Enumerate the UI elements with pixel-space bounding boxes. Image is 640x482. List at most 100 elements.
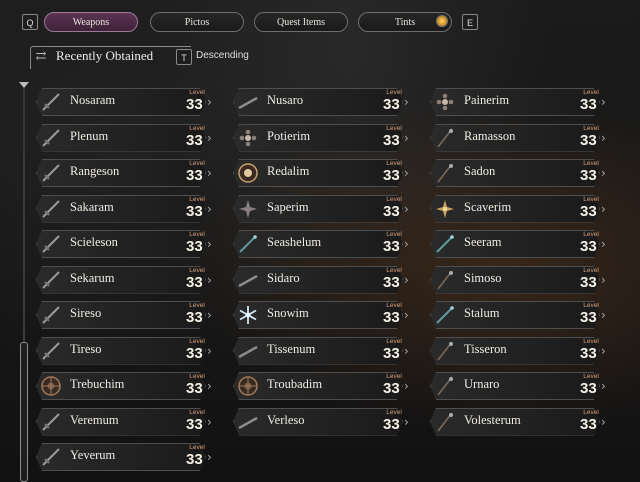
chevron-right-icon: ›	[404, 201, 409, 216]
weapon-card[interactable]: Scieleson Level 33 ›	[36, 230, 212, 258]
weapon-name: Snowim	[267, 306, 309, 320]
sort-control[interactable]: ⇄ Recently Obtained T Descending	[26, 44, 252, 70]
weapon-card[interactable]: Snowim Level 33 ›	[233, 301, 409, 329]
staff-icon	[434, 411, 456, 433]
level-label: Level	[583, 195, 599, 203]
staff-icon	[434, 340, 456, 362]
weapon-name: Yeverum	[70, 448, 116, 462]
weapon-name: Potierim	[267, 128, 311, 143]
weapon-level: 33	[580, 380, 597, 397]
weapon-card[interactable]: Sireso Level 33 ›	[36, 301, 212, 329]
teal-staff-icon	[434, 304, 456, 326]
chevron-right-icon: ›	[404, 95, 409, 109]
weapon-card[interactable]: Simoso Level 33 ›	[430, 265, 606, 294]
weapon-name: Tireso	[70, 341, 102, 356]
level-label: Level	[189, 337, 205, 345]
chevron-right-icon: ›	[207, 272, 212, 287]
weapon-level: 33	[186, 96, 203, 113]
weapon-card[interactable]: Tisseron Level 33 ›	[430, 336, 606, 365]
weapon-name: Sireso	[70, 306, 102, 320]
tab-pictos[interactable]: Pictos	[150, 12, 244, 32]
weapon-card[interactable]: Nusaro Level 33 ›	[233, 88, 409, 116]
staff-icon	[434, 375, 456, 397]
ornate-flower-icon	[434, 91, 456, 113]
chevron-right-icon: ›	[404, 379, 409, 393]
sword-icon	[40, 411, 62, 433]
weapon-level: 33	[580, 273, 597, 291]
sun-emblem-icon	[237, 162, 259, 184]
chevron-right-icon: ›	[404, 414, 409, 429]
chevron-right-icon: ›	[601, 166, 606, 180]
scrollbar-thumb[interactable]	[20, 342, 28, 482]
weapon-name: Urnaro	[464, 377, 500, 391]
sword-icon	[40, 91, 62, 113]
sort-toggle-key[interactable]: T	[176, 49, 192, 65]
weapon-card[interactable]: Scaverim Level 33 ›	[430, 194, 606, 223]
weapon-card[interactable]: Volesterum Level 33 ›	[430, 407, 606, 436]
weapon-name: Rangeson	[70, 164, 120, 178]
weapon-card[interactable]: Stalum Level 33 ›	[430, 301, 606, 329]
next-tab-key[interactable]: E	[462, 14, 478, 30]
category-tab-bar: Q Weapons Pictos Quest Items Tints E	[0, 0, 640, 44]
weapon-level: 33	[383, 273, 400, 291]
level-label: Level	[583, 337, 599, 345]
weapon-level: 33	[186, 415, 203, 433]
sort-order: Descending	[196, 50, 249, 61]
level-label: Level	[189, 408, 205, 416]
weapon-name: Seeram	[464, 235, 502, 249]
chevron-right-icon: ›	[207, 379, 212, 393]
weapon-card[interactable]: Rangeson Level 33 ›	[36, 159, 212, 187]
chevron-right-icon: ›	[207, 95, 212, 109]
chevron-right-icon: ›	[207, 166, 212, 180]
weapon-card[interactable]: Sekarum Level 33 ›	[36, 265, 212, 294]
weapon-name: Tissenum	[267, 341, 316, 356]
gold-star-icon	[434, 198, 456, 220]
weapon-level: 33	[580, 202, 597, 220]
weapon-card[interactable]: Plenum Level 33 ›	[36, 123, 212, 152]
weapon-card[interactable]: Seeram Level 33 ›	[430, 230, 606, 258]
tab-quest-items[interactable]: Quest Items	[254, 12, 348, 32]
chevron-right-icon: ›	[207, 308, 212, 322]
weapon-card[interactable]: Sakaram Level 33 ›	[36, 194, 212, 223]
weapon-card[interactable]: Saperim Level 33 ›	[233, 194, 409, 223]
weapon-card[interactable]: Seashelum Level 33 ›	[233, 230, 409, 258]
weapon-level: 33	[580, 96, 597, 113]
weapon-level: 33	[383, 309, 400, 326]
ornate-flower-icon	[237, 127, 259, 149]
weapon-card[interactable]: Veremum Level 33 ›	[36, 407, 212, 436]
weapon-card[interactable]: Nosaram Level 33 ›	[36, 88, 212, 116]
weapon-card[interactable]: Sadon Level 33 ›	[430, 159, 606, 187]
chevron-right-icon: ›	[601, 272, 606, 287]
weapon-name: Sekarum	[70, 270, 115, 285]
weapon-card[interactable]: Sidaro Level 33 ›	[233, 265, 409, 294]
sword-icon	[40, 198, 62, 220]
weapon-level: 33	[186, 167, 203, 184]
teal-staff-icon	[237, 233, 259, 255]
weapon-name: Saperim	[267, 199, 309, 214]
chevron-right-icon: ›	[404, 343, 409, 358]
weapon-card[interactable]: Tissenum Level 33 ›	[233, 336, 409, 365]
weapon-card[interactable]: Yeverum Level 33 ›	[36, 443, 212, 471]
tab-weapons[interactable]: Weapons	[44, 12, 138, 32]
sort-label: Recently Obtained	[56, 48, 154, 63]
weapon-name: Trebuchim	[70, 377, 125, 391]
weapon-card[interactable]: Potierim Level 33 ›	[233, 123, 409, 152]
prev-tab-key[interactable]: Q	[22, 14, 38, 30]
weapon-card[interactable]: Ramasson Level 33 ›	[430, 123, 606, 152]
weapon-name: Plenum	[70, 128, 109, 143]
weapon-name: Painerim	[464, 93, 510, 107]
weapon-card[interactable]: Verleso Level 33 ›	[233, 407, 409, 436]
weapon-card[interactable]: Tireso Level 33 ›	[36, 336, 212, 365]
weapon-card[interactable]: Trebuchim Level 33 ›	[36, 372, 212, 400]
level-label: Level	[583, 266, 599, 274]
weapon-name: Sidaro	[267, 270, 300, 285]
weapon-card[interactable]: Troubadim Level 33 ›	[233, 372, 409, 400]
weapon-level: 33	[383, 344, 400, 362]
weapon-level: 33	[186, 380, 203, 397]
weapon-name: Troubadim	[267, 377, 323, 391]
weapon-card[interactable]: Urnaro Level 33 ›	[430, 372, 606, 400]
weapon-card[interactable]: Painerim Level 33 ›	[430, 88, 606, 116]
chevron-right-icon: ›	[207, 343, 212, 358]
chevron-right-icon: ›	[404, 237, 409, 251]
weapon-card[interactable]: Redalim Level 33 ›	[233, 159, 409, 187]
